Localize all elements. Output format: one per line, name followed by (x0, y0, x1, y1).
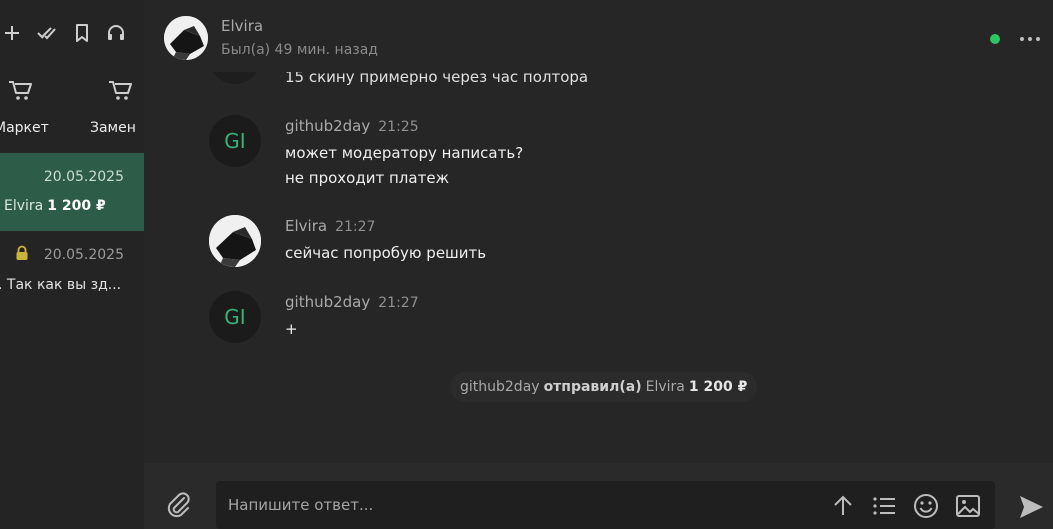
sidebar: Маркет Замен 20.05.2025 Elvira 1 200 ₽ 20… (0, 0, 144, 529)
headset-icon (108, 25, 124, 40)
message-input-box (216, 481, 995, 529)
add-button[interactable] (0, 18, 24, 48)
system-target: Elvira (645, 379, 685, 395)
avatar[interactable] (164, 16, 208, 60)
arrow-up-icon[interactable] (830, 493, 856, 519)
message-author[interactable]: github2day (285, 117, 370, 135)
message-text: сейчас попробую решить (285, 244, 487, 262)
chat-app: Маркет Замен 20.05.2025 Elvira 1 200 ₽ 20… (0, 0, 1053, 529)
avatar (209, 72, 261, 84)
last-seen-status: Был(а) 49 мин. назад (221, 42, 378, 58)
message-input[interactable] (228, 481, 818, 529)
lock-icon (16, 245, 28, 260)
deal-user: Elvira (4, 198, 44, 214)
category-replace[interactable]: Замен (90, 76, 144, 140)
message-time: 21:27 (335, 219, 376, 235)
avatar[interactable]: GI (209, 115, 261, 167)
dot-icon (1036, 37, 1040, 41)
chat-header: Elvira Был(а) 49 мин. назад (144, 0, 1053, 72)
avatar[interactable]: GI (209, 291, 261, 343)
paperclip-icon[interactable] (164, 489, 192, 519)
bookmark-button[interactable] (70, 18, 94, 48)
message-text: 15 скину примерно через час полтора (285, 72, 589, 86)
deal-date: 20.05.2025 (43, 169, 124, 185)
contact-name[interactable]: Elvira (221, 17, 263, 35)
composer (144, 463, 1053, 529)
plus-icon (5, 26, 19, 40)
system-amount: 1 200 ₽ (688, 379, 748, 395)
message-text: не проходит платеж (285, 169, 450, 187)
more-options-button[interactable] (1016, 28, 1044, 50)
category-market[interactable]: Маркет (0, 76, 70, 140)
system-action: отправил(а) (543, 379, 642, 395)
message-author[interactable]: Elvira (285, 217, 327, 235)
message-text: + (285, 320, 298, 338)
category-label: Маркет (0, 120, 49, 136)
system-message: github2day отправил(а) Elvira 1 200 ₽ (450, 372, 758, 402)
sidebar-toolbar (0, 18, 144, 48)
dot-icon (1020, 37, 1024, 41)
list-icon[interactable] (871, 493, 897, 519)
message-text: может модератору написать? (285, 144, 524, 162)
dot-icon (1028, 37, 1032, 41)
deal-amount: 1 200 ₽ (47, 198, 106, 214)
deal-preview: . Так как вы зд... (0, 277, 122, 293)
deal-name: Elvira 1 200 ₽ (4, 198, 106, 214)
message-author[interactable]: github2day (285, 293, 370, 311)
online-indicator (990, 34, 1000, 44)
user-photo-icon (164, 16, 208, 60)
message-list[interactable]: 15 скину примерно через час полтора GI g… (144, 72, 1053, 463)
message-header: Elvira 21:27 (285, 217, 375, 235)
cart-icon (9, 81, 32, 100)
message-time: 21:25 (378, 119, 419, 135)
user-photo-icon (209, 215, 261, 267)
message-header: github2day 21:25 (285, 117, 419, 135)
system-actor: github2day (460, 379, 540, 395)
double-check-icon (37, 27, 56, 40)
category-label: Замен (90, 120, 136, 136)
message-time: 21:27 (378, 295, 419, 311)
deal-item[interactable]: 20.05.2025 . Так как вы зд... (0, 240, 144, 302)
deal-date: 20.05.2025 (43, 247, 124, 263)
mark-read-button[interactable] (34, 18, 58, 48)
support-button[interactable] (104, 18, 128, 48)
bookmark-icon (76, 24, 88, 42)
cart-icon (109, 81, 132, 100)
image-icon[interactable] (955, 493, 981, 519)
emoji-icon[interactable] (913, 493, 939, 519)
avatar[interactable] (209, 215, 261, 267)
send-icon[interactable] (1017, 493, 1045, 521)
message-header: github2day 21:27 (285, 293, 419, 311)
deal-item-active[interactable]: 20.05.2025 Elvira 1 200 ₽ (0, 153, 144, 231)
